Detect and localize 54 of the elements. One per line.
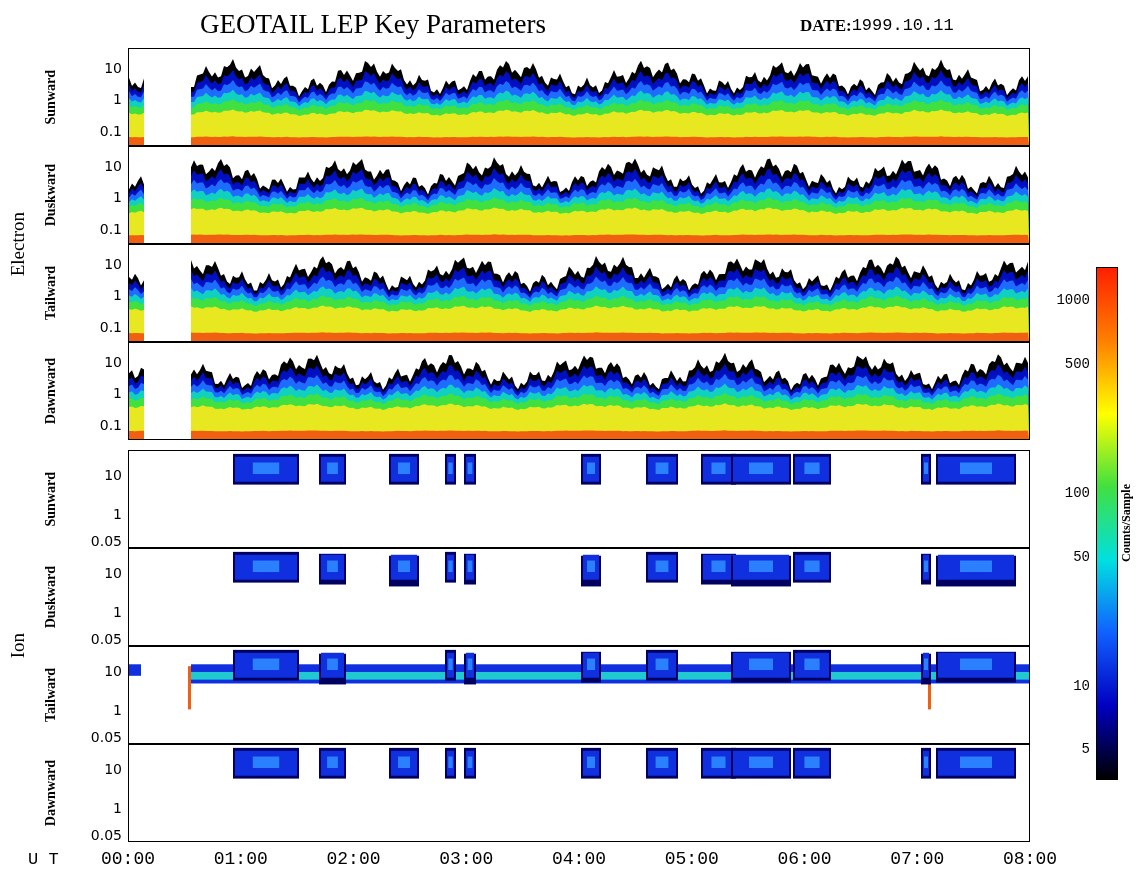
axis-tick-label: 10 <box>104 565 122 580</box>
direction-label: Sunward <box>41 471 59 527</box>
axis-tick-label: 10 <box>104 354 122 369</box>
axis-tick-label: 1 <box>113 91 122 106</box>
chart-title: GEOTAIL LEP Key Parameters <box>200 7 547 41</box>
colorbar-tick-label: 1000 <box>1056 292 1090 307</box>
time-tick-label: 03:00 <box>439 850 494 868</box>
direction-label: Tailward <box>41 266 59 320</box>
axis-tick-label: 10 <box>104 761 122 776</box>
axis-tick-label: 0.05 <box>90 730 122 745</box>
time-tick-label: 08:00 <box>1003 850 1057 868</box>
date-value: 1999.10.11 <box>851 15 954 38</box>
axis-tick-label: 0.1 <box>99 124 122 139</box>
axis-tick-label: 10 <box>104 256 122 271</box>
axis-tick-label: 1 <box>113 287 122 302</box>
axis-tick-label: 0.1 <box>99 222 122 237</box>
group-label: Ion <box>5 633 29 659</box>
axis-tick-label: 1 <box>113 189 122 204</box>
colorbar-title: Counts/Sample <box>1118 484 1134 563</box>
axis-tick-label: 1 <box>113 385 122 400</box>
colorbar-tick-label: 500 <box>1064 357 1090 372</box>
colorbar-tick-label: 5 <box>1081 742 1090 757</box>
direction-label: Duskward <box>41 565 59 629</box>
axis-tick-label: 10 <box>104 663 122 678</box>
time-tick-label: 02:00 <box>326 850 381 868</box>
axis-tick-label: 0.05 <box>90 632 122 647</box>
axis-tick-label: 0.05 <box>90 534 122 549</box>
axis-tick-label: 0.05 <box>90 828 122 843</box>
axis-tick-label: 10 <box>104 158 122 173</box>
time-tick-label: 07:00 <box>890 850 945 868</box>
time-tick-label: 01:00 <box>213 850 268 868</box>
colorbar-tick-label: 10 <box>1073 678 1090 693</box>
axis-tick-label: 0.1 <box>99 418 122 433</box>
colorbar-tick-label: 50 <box>1073 549 1090 564</box>
axis-tick-label: 1 <box>113 604 122 619</box>
axis-tick-label: 10 <box>104 60 122 75</box>
direction-label: Dawnward <box>41 357 59 425</box>
date-label: DATE: <box>800 15 852 38</box>
colorbar-tick-label: 100 <box>1064 485 1090 500</box>
axis-tick-label: 1 <box>113 702 122 717</box>
axis-tick-label: 10 <box>104 467 122 482</box>
direction-label: Tailward <box>41 668 59 722</box>
time-tick-label: 00:00 <box>101 850 155 868</box>
direction-label: Dawnward <box>41 759 59 827</box>
time-tick-label: 04:00 <box>552 850 606 868</box>
direction-label: Duskward <box>41 163 59 227</box>
time-tick-label: 06:00 <box>777 850 832 868</box>
axis-tick-label: 1 <box>113 800 122 815</box>
group-label: Electron <box>5 211 29 277</box>
time-tick-label: 05:00 <box>664 850 719 868</box>
axis-tick-label: 1 <box>113 506 122 521</box>
time-axis-label: U T <box>27 849 60 872</box>
direction-label: Sunward <box>41 69 59 125</box>
axis-tick-label: 0.1 <box>99 320 122 335</box>
